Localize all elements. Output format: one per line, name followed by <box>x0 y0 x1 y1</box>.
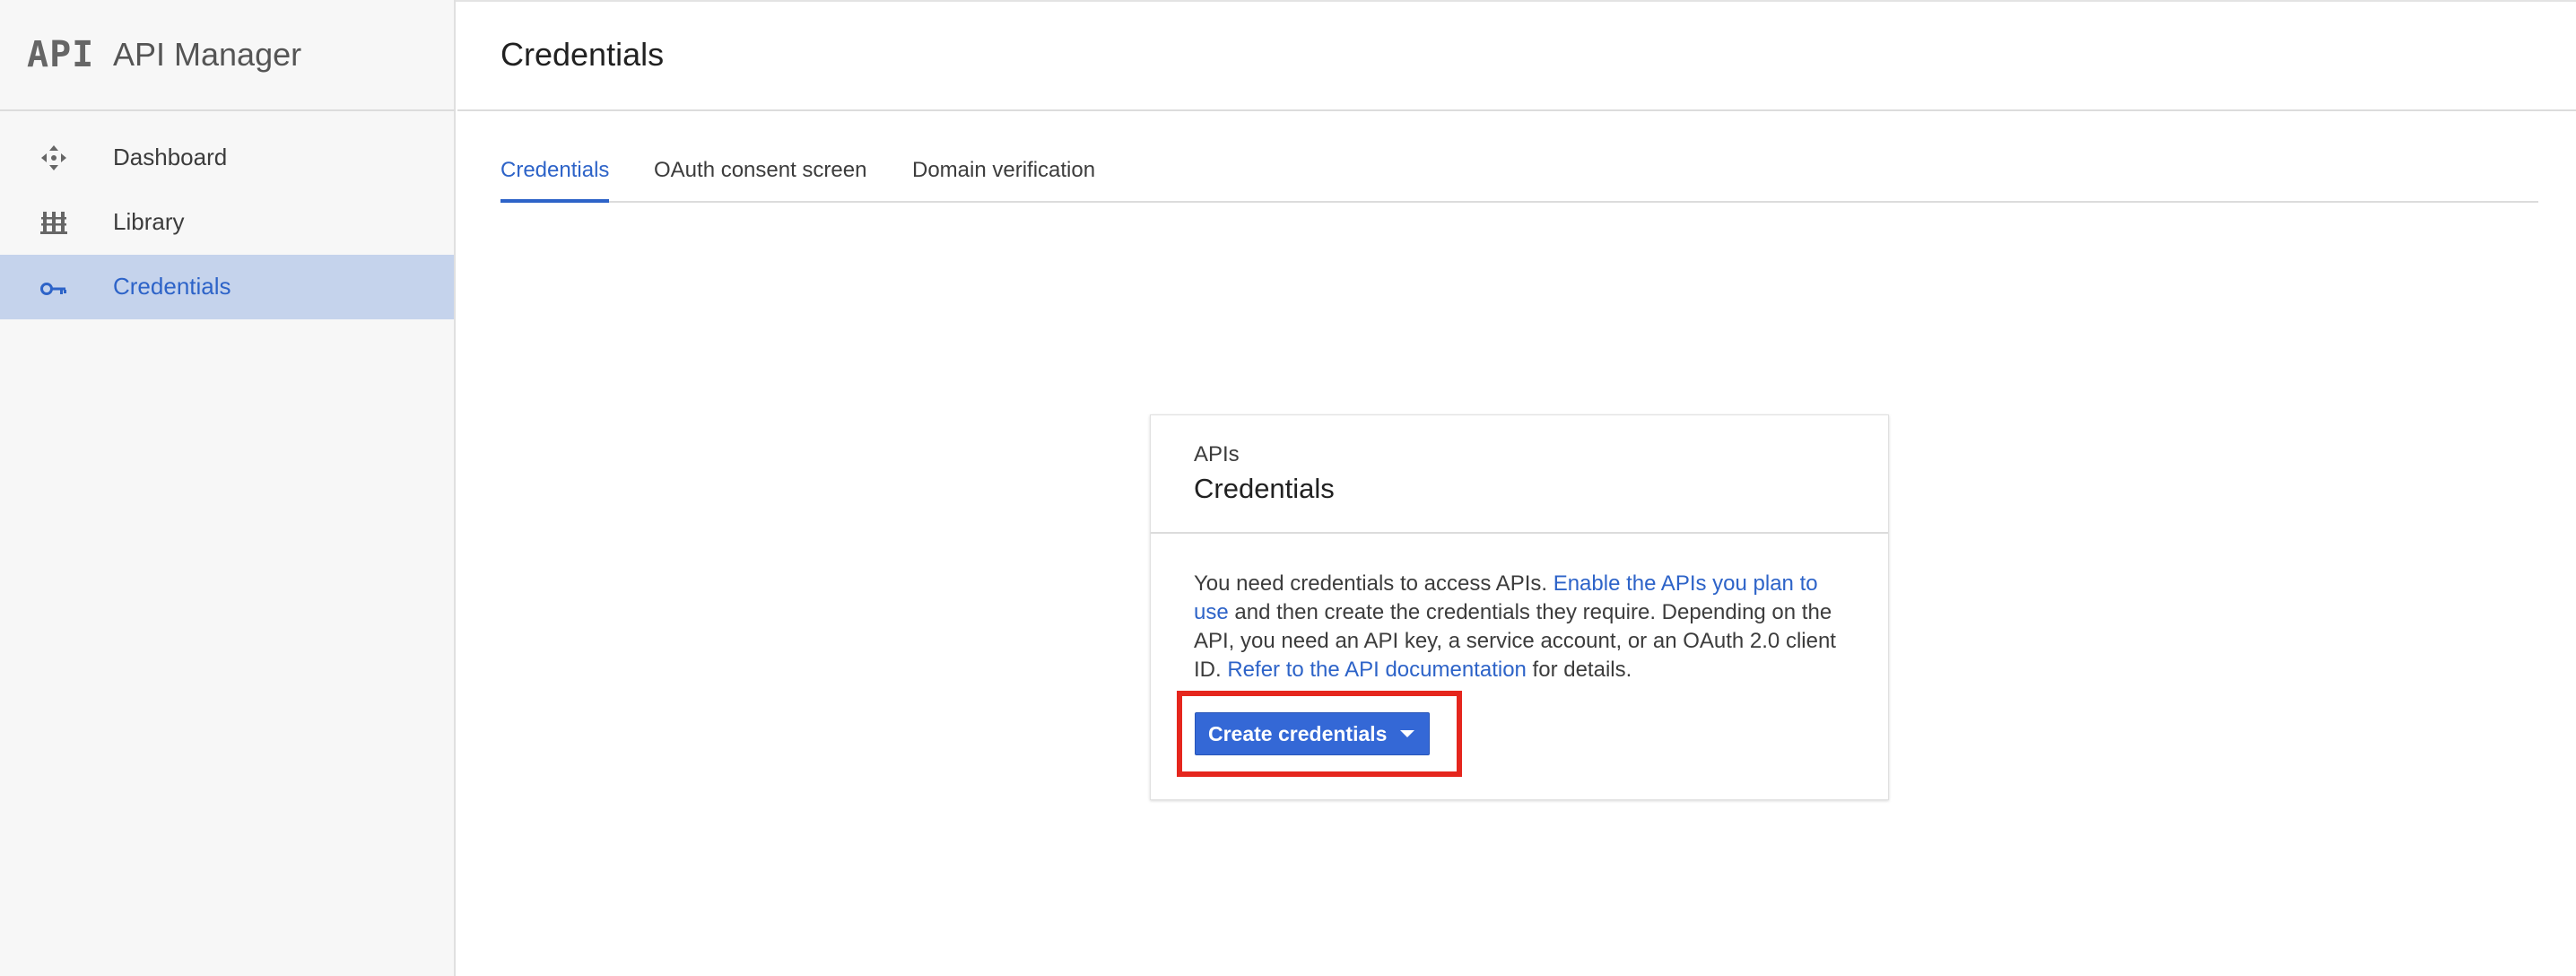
create-credentials-label: Create credentials <box>1208 721 1388 745</box>
library-icon <box>36 206 72 239</box>
card-header: APIs Credentials <box>1151 415 1888 534</box>
sidebar: API API Manager Dashboard Library Creden… <box>0 0 456 976</box>
card-subtitle: APIs <box>1194 442 1240 466</box>
sidebar-nav: Dashboard Library Credentials <box>0 126 454 319</box>
description-text: You need credentials to access APIs. <box>1194 571 1553 596</box>
sidebar-item-dashboard[interactable]: Dashboard <box>0 126 454 190</box>
page-header: Credentials <box>457 0 2576 111</box>
tab-credentials[interactable]: Credentials <box>500 158 610 203</box>
description-text: for details. <box>1526 658 1632 682</box>
api-logo: API <box>27 34 95 75</box>
sidebar-item-credentials[interactable]: Credentials <box>0 255 454 319</box>
api-documentation-link[interactable]: Refer to the API documentation <box>1227 658 1527 682</box>
app-title: API Manager <box>113 36 302 73</box>
tab-domain-verification[interactable]: Domain verification <box>912 158 1095 203</box>
dropdown-caret-icon <box>1400 730 1414 737</box>
tab-bar: Credentials OAuth consent screen Domain … <box>500 151 2538 203</box>
card-description: You need credentials to access APIs. Ena… <box>1194 570 1858 684</box>
dashboard-icon <box>36 142 72 174</box>
sidebar-item-label: Credentials <box>113 273 231 300</box>
tab-oauth-consent-screen[interactable]: OAuth consent screen <box>654 158 866 203</box>
page-title: Credentials <box>500 36 665 73</box>
brand: API API Manager <box>0 0 456 111</box>
card-title: Credentials <box>1194 473 1335 504</box>
sidebar-item-label: Library <box>113 208 185 235</box>
sidebar-item-label: Dashboard <box>113 144 228 170</box>
sidebar-item-library[interactable]: Library <box>0 190 454 255</box>
key-icon <box>36 271 72 303</box>
create-credentials-button[interactable]: Create credentials <box>1195 712 1430 755</box>
